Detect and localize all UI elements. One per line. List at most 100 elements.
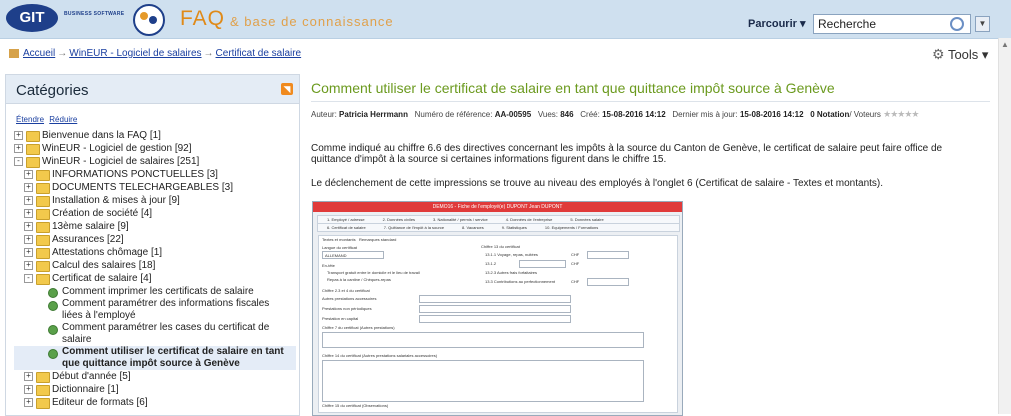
breadcrumb-wineur-salaires[interactable]: WinEUR - Logiciel de salaires — [69, 48, 201, 59]
tree-item[interactable]: + Dictionnaire [1] — [14, 383, 296, 396]
expand-toggle-icon[interactable]: + — [24, 248, 33, 257]
tree-item[interactable]: + Début d'année [5] — [14, 370, 296, 383]
category-tree: + Bienvenue dans la FAQ [1] + WinEUR - Logi… — [14, 129, 296, 409]
rating-stars-icon[interactable]: ★★★★★ — [883, 109, 919, 119]
tree-item[interactable]: Comment imprimer les certificats de sala… — [14, 285, 296, 298]
expand-toggle-icon[interactable]: + — [24, 183, 33, 192]
git-logo[interactable]: GIT — [6, 4, 58, 32]
expand-toggle-icon[interactable]: + — [24, 398, 33, 407]
browse-menu[interactable]: Parcourir ▾ — [748, 17, 806, 30]
tree-item[interactable]: Comment paramétrer les cases du certific… — [14, 322, 296, 346]
breadcrumb-home[interactable]: Accueil — [23, 48, 55, 59]
tree-item-label[interactable]: Calcul des salaires [18] — [52, 259, 155, 272]
lang-select: ALLEMAND — [322, 251, 384, 259]
search-input[interactable]: Recherche — [813, 14, 971, 34]
tree-item-label[interactable]: Installation & mises à jour [9] — [52, 194, 180, 207]
expand-toggle-icon[interactable]: + — [24, 222, 33, 231]
folder-icon — [36, 372, 50, 383]
expand-collapse: Étendre Réduire — [16, 115, 80, 124]
expand-toggle-icon[interactable]: + — [24, 235, 33, 244]
tree-item[interactable]: Comment paramétrer des informations fisc… — [14, 298, 296, 322]
folder-icon — [36, 170, 50, 181]
tree-item[interactable]: + Attestations chômage [1] — [14, 246, 296, 259]
expand-toggle-icon[interactable]: + — [24, 170, 33, 179]
tree-item[interactable]: + INFORMATIONS PONCTUELLES [3] — [14, 168, 296, 181]
collapse-link[interactable]: Réduire — [49, 115, 77, 124]
page-scrollbar[interactable]: ▲ — [998, 38, 1011, 414]
ch234-label: Chiffre 2.3 et 4 du certificat — [322, 288, 370, 293]
article-bullet-icon — [48, 301, 58, 311]
chk-repas: Repas à la cantine / Chèques-repas — [327, 277, 391, 282]
ch13-12: 13.1.2 — [485, 261, 497, 266]
collapse-toggle-icon[interactable]: - — [14, 157, 23, 166]
tree-item-label[interactable]: Comment utiliser le certificat de salair… — [62, 346, 292, 370]
prest-cap-label: Prestation en capital — [322, 316, 359, 321]
breadcrumb-certificat[interactable]: Certificat de salaire — [216, 48, 302, 59]
tree-item-label[interactable]: Bienvenue dans la FAQ [1] — [42, 129, 161, 142]
tree-item-label[interactable]: Début d'année [5] — [52, 370, 131, 383]
tree-item[interactable]: - WinEUR - Logiciel de salaires [251] — [14, 155, 296, 168]
rss-icon[interactable]: ◥ — [281, 83, 293, 95]
tree-item-label[interactable]: Création de société [4] — [52, 207, 152, 220]
tree-item[interactable]: Comment utiliser le certificat de salair… — [14, 346, 296, 370]
tools-menu[interactable]: ⚙ Tools ▾ — [932, 46, 988, 63]
tree-item-label[interactable]: 13ème salaire [9] — [52, 220, 129, 233]
article-bullet-icon — [48, 325, 58, 335]
folder-icon — [36, 398, 50, 409]
tree-item[interactable]: - Certificat de salaire [4] — [14, 272, 296, 285]
tree-item-label[interactable]: Editeur de formats [6] — [52, 396, 148, 409]
search-icon[interactable] — [950, 17, 964, 31]
tree-item-label[interactable]: Comment paramétrer les cases du certific… — [62, 322, 292, 346]
article-paragraph-2: Le déclenchement de cette impressions se… — [311, 178, 884, 189]
tree-item[interactable]: + Bienvenue dans la FAQ [1] — [14, 129, 296, 142]
article-meta: Auteur: Patricia Herrmann Numéro de réfé… — [311, 109, 919, 119]
embedded-tab: 6. Certificat de salaire — [327, 225, 366, 230]
tree-item[interactable]: + Création de société [4] — [14, 207, 296, 220]
search-dropdown-button[interactable]: ▼ — [975, 16, 990, 32]
tree-item[interactable]: + Assurances [22] — [14, 233, 296, 246]
expand-toggle-icon[interactable]: + — [14, 131, 23, 140]
article-paragraph-1: Comme indiqué au chiffre 6.6 des directi… — [311, 143, 943, 165]
expand-toggle-icon[interactable]: + — [24, 209, 33, 218]
chk-transport: Transport gratuit entre le domicile et l… — [327, 270, 420, 275]
embedded-tab: 8. Vacances — [462, 225, 484, 230]
folder-icon — [36, 209, 50, 220]
tree-item-label[interactable]: Dictionnaire [1] — [52, 383, 119, 396]
embedded-tab: 1. Employé / adresse — [327, 217, 365, 222]
chf-2: CHF — [571, 261, 580, 266]
tree-item-label[interactable]: Comment paramétrer des informations fisc… — [62, 298, 292, 322]
expand-toggle-icon[interactable]: + — [24, 385, 33, 394]
home-icon — [9, 48, 19, 58]
tree-item-label[interactable]: WinEUR - Logiciel de gestion [92] — [42, 142, 192, 155]
expand-toggle-icon[interactable]: + — [14, 144, 23, 153]
tree-item[interactable]: +13ème salaire [9] — [14, 220, 296, 233]
tree-item[interactable]: + Calcul des salaires [18] — [14, 259, 296, 272]
tree-item-label[interactable]: Comment imprimer les certificats de sala… — [62, 285, 292, 298]
expand-toggle-icon[interactable]: + — [24, 372, 33, 381]
tree-item-label[interactable]: WinEUR - Logiciel de salaires [251] — [42, 155, 199, 168]
folder-icon — [36, 196, 50, 207]
embedded-tabs-row2: 6. Certificat de salaire 7. Quittance de … — [317, 223, 680, 232]
search-value: Recherche — [818, 17, 877, 31]
tree-item[interactable]: + WinEUR - Logiciel de gestion [92] — [14, 142, 296, 155]
tree-item[interactable]: + DOCUMENTS TELECHARGEABLES [3] — [14, 181, 296, 194]
expand-link[interactable]: Étendre — [16, 115, 44, 124]
collapse-toggle-icon[interactable]: - — [24, 274, 33, 283]
expand-toggle-icon[interactable]: + — [24, 261, 33, 270]
prest-nonper-label: Prestations non périodiques — [322, 306, 372, 311]
folder-icon — [36, 183, 50, 194]
scroll-up-icon[interactable]: ▲ — [1001, 40, 1009, 49]
sidebar-header: Catégories ◥ — [6, 75, 299, 104]
tree-item-label[interactable]: INFORMATIONS PONCTUELLES [3] — [52, 168, 218, 181]
ch15-label: Chiffre 15 du certificat (Observations) — [322, 403, 389, 408]
tree-item-label[interactable]: Assurances [22] — [52, 233, 124, 246]
tree-item-label[interactable]: Attestations chômage [1] — [52, 246, 162, 259]
tree-item-label[interactable]: Certificat de salaire [4] — [52, 272, 152, 285]
ch14-area — [322, 360, 644, 402]
prest-acc-label: Autres prestations accessoires — [322, 296, 377, 301]
expand-toggle-icon[interactable]: + — [24, 196, 33, 205]
faq-label: FAQ — [180, 7, 226, 30]
tree-item-label[interactable]: DOCUMENTS TELECHARGEABLES [3] — [52, 181, 233, 194]
tree-item[interactable]: + Installation & mises à jour [9] — [14, 194, 296, 207]
tree-item[interactable]: + Editeur de formats [6] — [14, 396, 296, 409]
